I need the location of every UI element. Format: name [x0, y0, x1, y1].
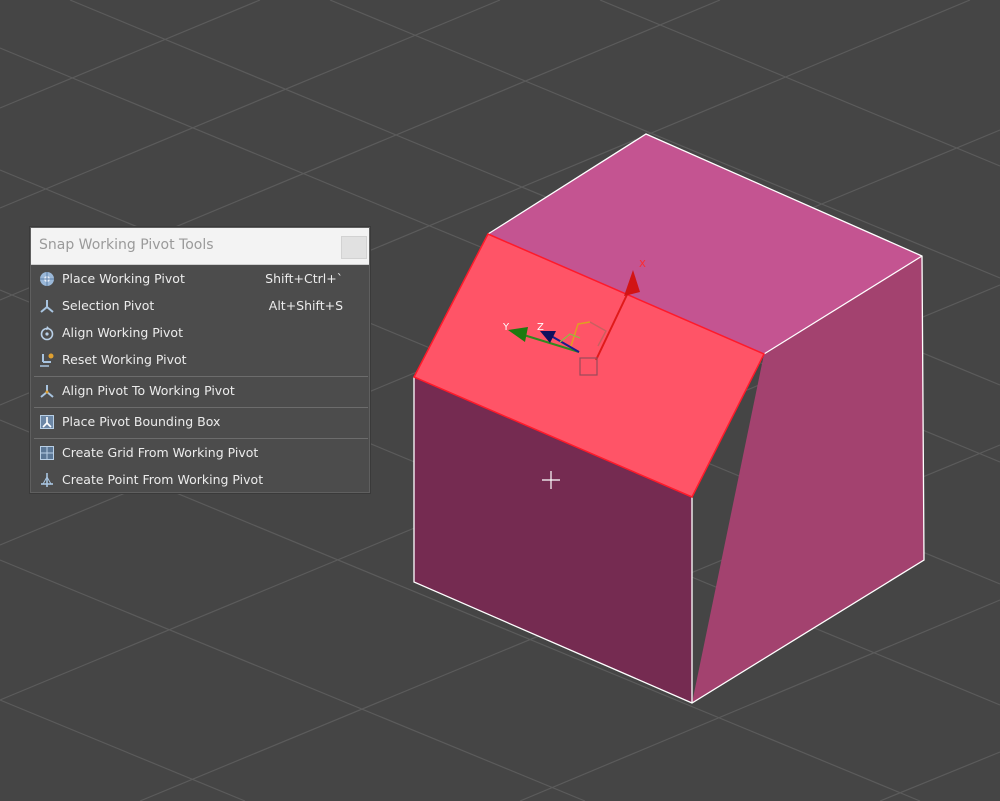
gizmo-y-label: Y [502, 322, 510, 333]
menu-item-label: Place Working Pivot [62, 271, 185, 286]
create-grid-icon [40, 446, 54, 460]
menu-item-label: Place Pivot Bounding Box [62, 414, 221, 429]
menu-header-button[interactable] [341, 236, 367, 259]
menu-item-create-point-from-working-pivot[interactable]: Create Point From Working Pivot [31, 467, 369, 494]
menu-item-label: Create Point From Working Pivot [62, 472, 264, 487]
menu-item-shortcut: Shift+Ctrl+` [265, 271, 343, 286]
menu-item-label: Reset Working Pivot [62, 352, 187, 367]
menu-item-selection-pivot[interactable]: Selection Pivot Alt+Shift+S [31, 293, 369, 320]
menu-item-create-grid-from-working-pivot[interactable]: Create Grid From Working Pivot [31, 440, 369, 467]
menu-item-label: Align Working Pivot [62, 325, 183, 340]
menu-separator [34, 438, 368, 439]
menu-header: Snap Working Pivot Tools [31, 228, 369, 265]
menu-item-label: Align Pivot To Working Pivot [62, 383, 235, 398]
menu-item-label: Create Grid From Working Pivot [62, 445, 259, 460]
create-point-icon [41, 473, 53, 487]
reset-working-pivot-icon [40, 353, 54, 367]
menu-title: Snap Working Pivot Tools [39, 237, 214, 253]
align-pivot-icon [40, 385, 54, 398]
menu-separator [34, 376, 368, 377]
pivot-bounding-box-icon [40, 415, 54, 429]
selection-pivot-icon [40, 300, 54, 313]
place-working-pivot-icon [40, 272, 54, 286]
menu-separator [34, 407, 368, 408]
menu-item-align-working-pivot[interactable]: Align Working Pivot [31, 320, 369, 347]
snap-working-pivot-menu: Snap Working Pivot Tools Place Working P… [30, 227, 370, 493]
gizmo-x-label: X [639, 259, 646, 270]
menu-item-shortcut: Alt+Shift+S [268, 298, 343, 313]
menu-item-label: Selection Pivot [62, 298, 155, 313]
gizmo-z-label: Z [537, 322, 544, 333]
menu-item-place-working-pivot[interactable]: Place Working Pivot Shift+Ctrl+` [31, 266, 369, 293]
menu-item-align-pivot-to-working-pivot[interactable]: Align Pivot To Working Pivot [31, 378, 369, 405]
align-working-pivot-icon [40, 326, 54, 341]
menu-item-place-pivot-bounding-box[interactable]: Place Pivot Bounding Box [31, 409, 369, 436]
menu-item-reset-working-pivot[interactable]: Reset Working Pivot [31, 347, 369, 374]
